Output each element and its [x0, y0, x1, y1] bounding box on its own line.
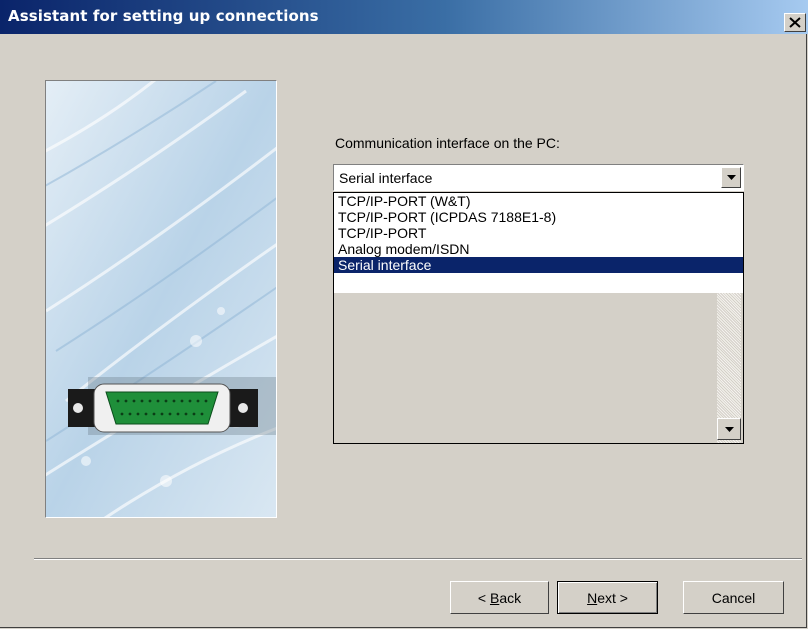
scroll-down-button[interactable] [717, 418, 741, 440]
connection-assistant-dialog: Assistant for setting up connections Com… [0, 0, 808, 628]
back-button-prefix: < [477, 589, 490, 606]
wizard-illustration [45, 80, 277, 518]
close-button[interactable] [784, 13, 806, 32]
close-icon [789, 17, 801, 28]
comm-interface-label: Communication interface on the PC: [335, 135, 560, 151]
back-button[interactable]: < Back [450, 581, 549, 614]
next-button-accelerator: N [587, 589, 598, 606]
title-bar: Assistant for setting up connections [0, 0, 808, 34]
option-tcpip-wt[interactable]: TCP/IP-PORT (W&T) [334, 193, 743, 209]
option-tcpip-icpdas[interactable]: TCP/IP-PORT (ICPDAS 7188E1-8) [334, 209, 743, 225]
dropdown-arrow-button[interactable] [721, 167, 741, 188]
option-tcpip-port[interactable]: TCP/IP-PORT [334, 225, 743, 241]
option-analog-modem-isdn[interactable]: Analog modem/ISDN [334, 241, 743, 257]
cancel-button-label: Cancel [711, 589, 756, 606]
chevron-down-icon [726, 175, 736, 180]
dropdown-options: TCP/IP-PORT (W&T) TCP/IP-PORT (ICPDAS 71… [334, 193, 743, 293]
comm-interface-dropdown-list: TCP/IP-PORT (W&T) TCP/IP-PORT (ICPDAS 71… [333, 192, 744, 444]
option-serial-interface[interactable]: Serial interface [334, 257, 743, 273]
scroll-down-arrow-icon [724, 426, 734, 432]
comm-interface-value: Serial interface [339, 170, 433, 186]
footer-separator [34, 558, 802, 560]
cancel-button[interactable]: Cancel [683, 581, 784, 614]
comm-interface-select[interactable]: Serial interface [333, 164, 744, 191]
next-button[interactable]: Next > [557, 581, 658, 614]
window-title: Assistant for setting up connections [8, 7, 319, 25]
back-button-label: ack [499, 589, 522, 606]
serial-connector-illustration [46, 81, 276, 517]
back-button-accelerator: B [489, 589, 500, 606]
next-button-label: ext > [597, 589, 628, 606]
